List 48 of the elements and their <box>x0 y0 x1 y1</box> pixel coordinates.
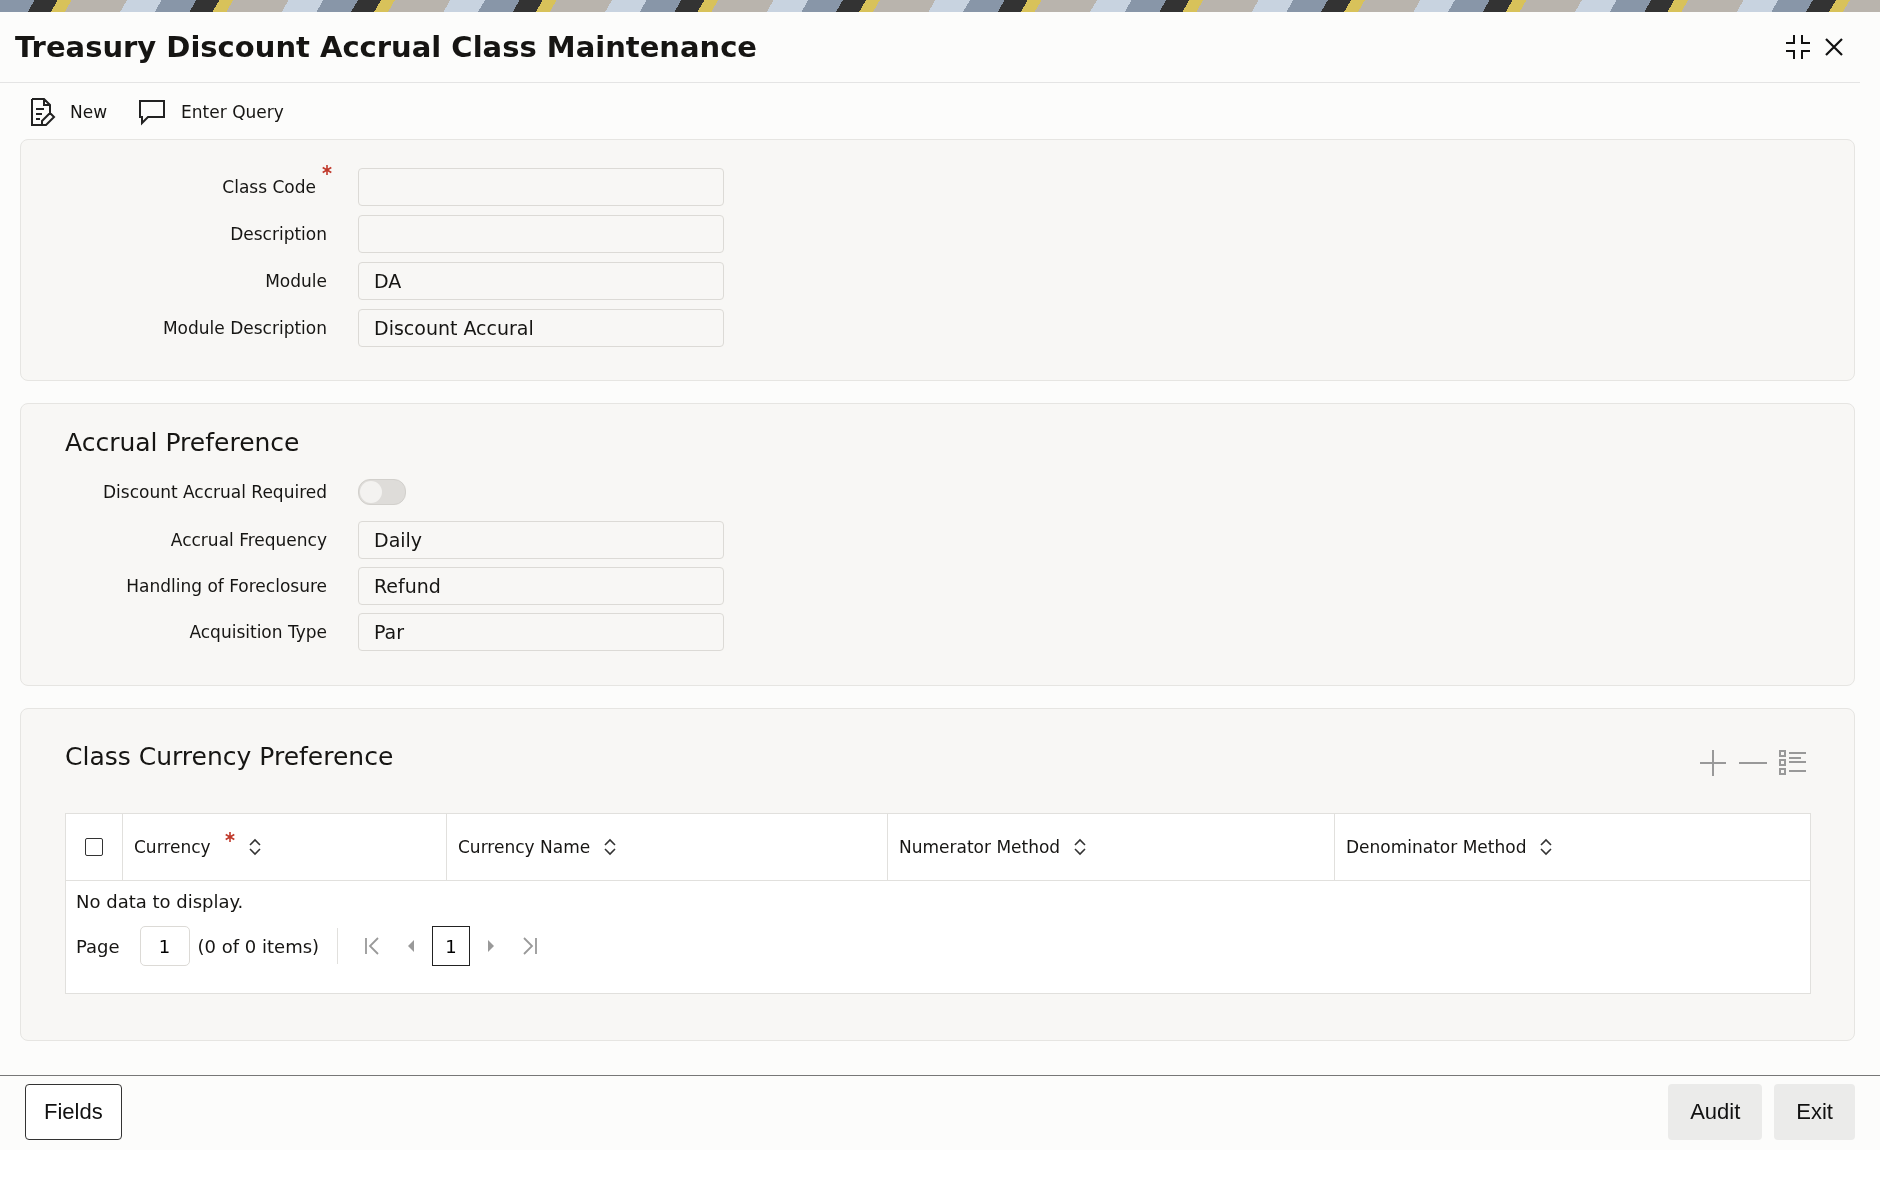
sort-icon[interactable] <box>1074 838 1087 856</box>
section-title: Accrual Preference <box>65 428 301 457</box>
next-page-icon[interactable] <box>486 938 497 954</box>
footer-button[interactable]: Exit <box>1774 1084 1855 1140</box>
close-icon[interactable] <box>1824 37 1844 57</box>
page-label: Page <box>76 935 120 957</box>
input-field[interactable]: Discount Accural <box>358 309 724 347</box>
input-field[interactable]: Par <box>358 613 724 651</box>
previous-page-icon[interactable] <box>406 938 417 954</box>
field-label: Acquisition Type <box>189 622 327 642</box>
window-title: Treasury Discount Accrual Class Maintenance <box>15 30 758 64</box>
field-label: Class Code <box>222 177 316 197</box>
column-header: Denominator Method <box>1346 837 1527 857</box>
fields-button[interactable]: Fields <box>25 1084 122 1140</box>
field-label: Accrual Frequency <box>170 530 327 550</box>
plus-icon[interactable] <box>1699 749 1727 777</box>
toggle-switch[interactable] <box>358 479 406 505</box>
item-count: (0 of 0 items) <box>197 935 320 957</box>
toolbar-button[interactable]: Enter Query <box>137 97 284 127</box>
page-input[interactable]: 1 <box>139 926 190 966</box>
column-header: Numerator Method <box>899 837 1061 857</box>
speech-bubble-icon <box>137 98 168 126</box>
page-button[interactable]: 1 <box>432 926 471 966</box>
list-icon[interactable] <box>1779 750 1807 776</box>
sort-icon[interactable] <box>1540 838 1553 856</box>
column-header: Currency <box>134 837 211 857</box>
sort-icon[interactable] <box>248 838 261 856</box>
section-title: Class Currency Preference <box>65 741 394 771</box>
toolbar-button[interactable]: New <box>28 97 108 127</box>
input-field[interactable]: Refund <box>358 567 724 605</box>
minus-icon[interactable] <box>1739 761 1767 765</box>
input-field[interactable]: DA <box>358 262 724 300</box>
last-page-icon[interactable] <box>520 936 539 956</box>
sort-icon[interactable] <box>604 838 617 856</box>
required-icon <box>224 832 235 842</box>
column-header: Currency Name <box>458 837 591 857</box>
required-icon <box>322 165 332 175</box>
empty-message: No data to display. <box>76 891 245 914</box>
field-label: Description <box>230 224 327 244</box>
collapse-icon[interactable] <box>1784 33 1812 61</box>
footer-button[interactable]: Audit <box>1668 1084 1763 1140</box>
input-field[interactable]: Daily <box>358 521 724 559</box>
field-label: Discount Accrual Required <box>102 482 327 502</box>
field-label: Module Description <box>162 318 327 338</box>
checkbox[interactable] <box>85 838 103 856</box>
document-edit-icon <box>28 97 56 127</box>
field-label: Module <box>265 271 327 291</box>
field-label: Handling of Foreclosure <box>126 576 327 596</box>
